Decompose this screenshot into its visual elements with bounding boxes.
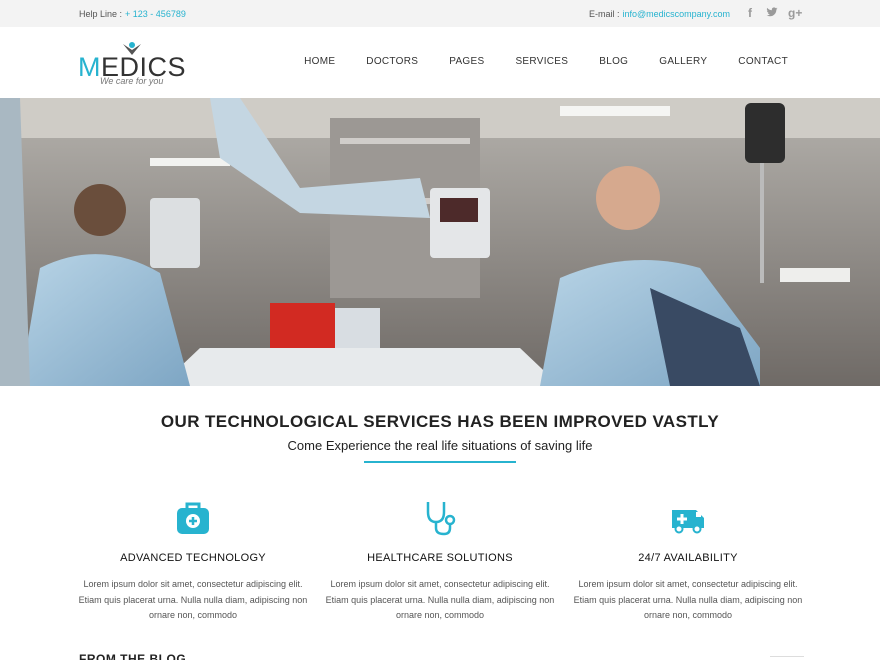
email-info: E-mail : info@medicscompany.com — [589, 9, 730, 19]
nav-home[interactable]: HOME — [304, 56, 335, 67]
medical-kit-icon — [177, 502, 209, 534]
email-label: E-mail : — [588, 9, 620, 19]
feature-healthcare-solutions: HEALTHCARE SOLUTIONS Lorem ipsum dolor s… — [320, 498, 560, 624]
twitter-icon[interactable] — [766, 6, 778, 20]
site-header: MEDICS We care for you HOME DOCTORS PAGE… — [0, 27, 880, 98]
nav-pages[interactable]: PAGES — [449, 56, 484, 67]
title-underline — [364, 461, 516, 463]
ambulance-icon — [672, 510, 704, 534]
section-title: OUR TECHNOLOGICAL SERVICES HAS BEEN IMPR… — [160, 412, 720, 431]
top-bar: Help Line : + 123 - 456789 E-mail : info@m… — [0, 0, 880, 27]
feature-title: ADVANCED TECHNOLOGY — [120, 552, 266, 564]
nav-blog[interactable]: BLOG — [599, 56, 628, 67]
feature-advanced-technology: ADVANCED TECHNOLOGY Lorem ipsum dolor si… — [73, 498, 313, 624]
feature-text: Lorem ipsum dolor sit amet, consectetur … — [78, 579, 308, 620]
help-line-label: Help Line : — [79, 9, 123, 19]
feature-availability: 24/7 AVAILABILITY Lorem ipsum dolor sit … — [568, 498, 808, 624]
hero-image — [0, 98, 880, 386]
nav-doctors[interactable]: DOCTORS — [366, 56, 418, 67]
email-link[interactable]: info@medicscompany.com — [622, 9, 730, 19]
site-logo[interactable]: MEDICS We care for you — [78, 41, 188, 87]
help-line-phone[interactable]: + 123 - 456789 — [125, 9, 186, 19]
help-line: Help Line : + 123 - 456789 — [79, 9, 186, 19]
feature-text: Lorem ipsum dolor sit amet, consectetur … — [573, 579, 803, 620]
logo-tagline: We care for you — [100, 76, 164, 86]
nav-gallery[interactable]: GALLERY — [659, 56, 707, 67]
facebook-icon[interactable]: f — [744, 6, 756, 20]
section-subtitle: Come Experience the real life situations… — [287, 438, 593, 453]
feature-title: HEALTHCARE SOLUTIONS — [367, 552, 513, 564]
blog-heading: FROM THE BLOG — [79, 652, 187, 660]
main-nav: HOME DOCTORS PAGES SERVICES BLOG GALLERY… — [273, 56, 788, 67]
social-links: f g+ — [744, 6, 802, 20]
nav-contact[interactable]: CONTACT — [738, 56, 788, 67]
feature-text: Lorem ipsum dolor sit amet, consectetur … — [325, 579, 555, 620]
feature-title: 24/7 AVAILABILITY — [638, 552, 738, 564]
nav-services[interactable]: SERVICES — [515, 56, 568, 67]
google-plus-icon[interactable]: g+ — [788, 6, 802, 20]
blog-nav-control[interactable] — [770, 656, 804, 660]
stethoscope-icon — [426, 502, 456, 536]
